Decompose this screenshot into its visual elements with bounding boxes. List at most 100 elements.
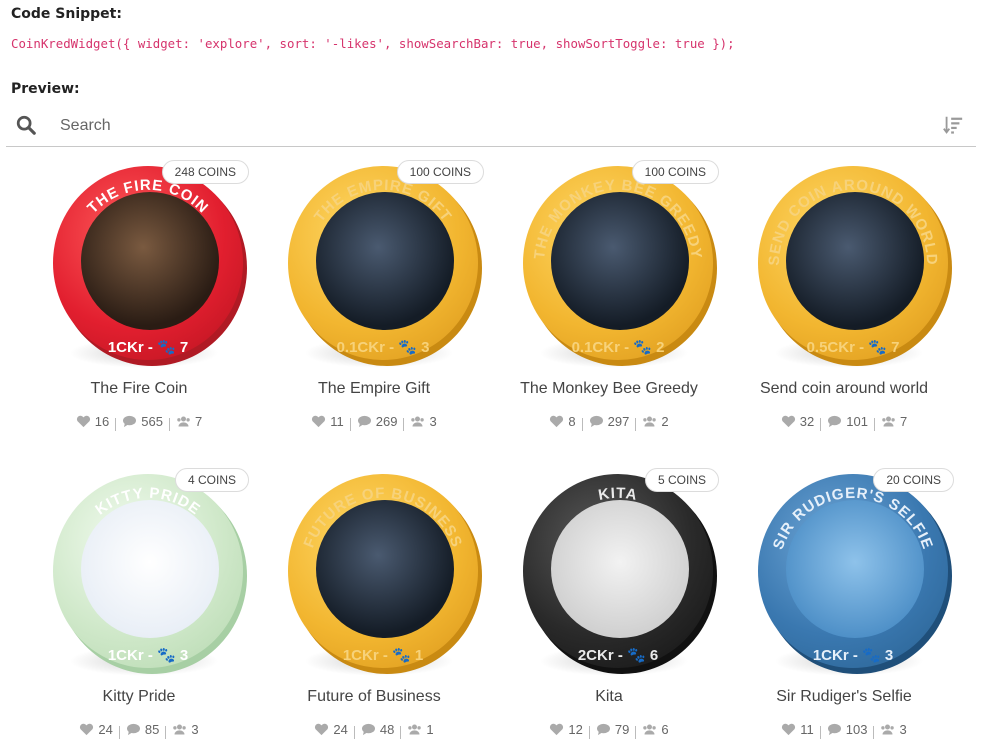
coin-stats: 24 48 1 — [264, 722, 484, 740]
coin-card[interactable]: SIR RUDIGER'S SELFIE 1CKr - 🐾 3 20 COINS Si… — [734, 466, 954, 756]
comments-count: 269 — [375, 414, 398, 429]
coin-image[interactable]: THE MONKEY BEE GREEDY 0.1CKr - 🐾 2 — [499, 158, 719, 378]
owners-count: 7 — [899, 414, 908, 429]
comments-stat[interactable]: 101 — [821, 414, 874, 429]
users-icon — [408, 724, 422, 735]
owners-count: 3 — [191, 722, 199, 737]
likes-stat[interactable]: 11 — [775, 722, 820, 737]
coin-title[interactable]: Kitty Pride — [29, 688, 249, 706]
coin-card[interactable]: THE EMPIRE GIFT 0.1CKr - 🐾 3 100 COINS The … — [264, 158, 484, 448]
owners-count: 7 — [194, 414, 203, 429]
comment-icon — [361, 723, 375, 736]
coin-image[interactable]: FUTURE OF BUSINESS 1CKr - 🐾 1 — [264, 466, 484, 686]
coin-card[interactable]: THE MONKEY BEE GREEDY 0.1CKr - 🐾 2 100 COI… — [499, 158, 719, 448]
coin-title[interactable]: Send coin around world — [734, 380, 954, 398]
comments-stat[interactable]: 85 — [120, 722, 165, 737]
svg-text:KITA: KITA — [597, 485, 639, 504]
coin-image[interactable]: SEND COIN AROUND WORLD 0.5CKr - 🐾 7 — [734, 158, 954, 378]
coin-card[interactable]: SEND COIN AROUND WORLD 0.5CKr - 🐾 7 Send c… — [734, 158, 954, 448]
coin-card[interactable]: KITA 2CKr - 🐾 6 5 COINS Kita 12 79 6 — [499, 466, 719, 756]
owners-stat[interactable]: 3 — [404, 414, 442, 429]
coin-title[interactable]: Sir Rudiger's Selfie — [734, 688, 954, 706]
comments-stat[interactable]: 48 — [355, 722, 400, 737]
coin-ring-label: THE MONKEY BEE GREEDY — [531, 177, 704, 260]
heart-icon — [782, 723, 796, 736]
users-icon — [643, 724, 657, 735]
coin-image[interactable]: SIR RUDIGER'S SELFIE 1CKr - 🐾 3 — [734, 466, 954, 686]
svg-text:SEND COIN AROUND WORLD: SEND COIN AROUND WORLD — [766, 177, 940, 266]
owners-stat[interactable]: 7 — [875, 414, 913, 429]
coin-image[interactable]: KITTY PRIDE 1CKr - 🐾 3 — [29, 466, 249, 686]
owners-count: 3 — [899, 722, 907, 737]
likes-count: 32 — [799, 414, 815, 429]
coin-denomination: 0.1CKr - 🐾 2 — [572, 339, 665, 356]
comments-count: 297 — [607, 414, 630, 429]
coin-card[interactable]: FUTURE OF BUSINESS 1CKr - 🐾 1 Future of Bu… — [264, 466, 484, 756]
heart-icon — [550, 723, 564, 736]
coin-grid: THE FIRE COIN 1CKr - 🐾 7 248 COINS The Fire… — [0, 0, 993, 753]
likes-count: 8 — [568, 414, 576, 429]
coin-ring-text: THE MONKEY BEE GREEDY 0.1CKr - 🐾 2 — [531, 177, 704, 356]
coin-ring-text: KITTY PRIDE1CKr - 🐾 3 — [92, 485, 202, 664]
likes-count: 11 — [800, 722, 814, 737]
coin-denomination: 1CKr - 🐾 3 — [108, 647, 188, 664]
coin-stats: 16 565 7 — [29, 414, 249, 432]
comments-stat[interactable]: 297 — [583, 414, 636, 429]
comments-stat[interactable]: 103 — [821, 722, 874, 737]
coin-denomination: 1CKr - 🐾 7 — [108, 339, 188, 356]
coin-denomination: 1CKr - 🐾 1 — [343, 647, 423, 664]
coin-card[interactable]: KITTY PRIDE 1CKr - 🐾 34 COINS Kitty Pride 2… — [29, 466, 249, 756]
svg-text:FUTURE OF BUSINESS: FUTURE OF BUSINESS — [301, 485, 466, 550]
comments-stat[interactable]: 269 — [351, 414, 404, 429]
coin-stats: 11 103 3 — [734, 722, 954, 740]
likes-stat[interactable]: 24 — [308, 722, 353, 737]
owners-stat[interactable]: 3 — [874, 722, 912, 737]
coin-title[interactable]: Future of Business — [264, 688, 484, 706]
likes-stat[interactable]: 24 — [73, 722, 118, 737]
users-icon — [177, 416, 190, 427]
owners-count: 6 — [661, 722, 669, 737]
owners-stat[interactable]: 3 — [166, 722, 204, 737]
likes-count: 12 — [568, 722, 583, 737]
comments-stat[interactable]: 79 — [590, 722, 635, 737]
likes-stat[interactable]: 12 — [543, 722, 588, 737]
comment-icon — [123, 415, 137, 428]
coin-image[interactable]: KITA 2CKr - 🐾 6 — [499, 466, 719, 686]
coin-title[interactable]: The Fire Coin — [29, 380, 249, 398]
coin-ring-label: FUTURE OF BUSINESS — [301, 485, 465, 550]
comment-icon — [596, 723, 610, 736]
comment-icon — [357, 415, 371, 428]
owners-stat[interactable]: 2 — [636, 414, 674, 429]
coin-denomination: 2CKr - 🐾 6 — [578, 647, 658, 664]
coin-title[interactable]: Kita — [499, 688, 719, 706]
owners-stat[interactable]: 7 — [170, 414, 208, 429]
owners-stat[interactable]: 6 — [636, 722, 674, 737]
likes-count: 16 — [94, 414, 110, 429]
users-icon — [173, 724, 187, 735]
coin-count-badge: 100 COINS — [396, 160, 484, 184]
likes-count: 11 — [330, 414, 344, 429]
coin-card[interactable]: THE FIRE COIN 1CKr - 🐾 7 248 COINS The Fire… — [29, 158, 249, 448]
owners-stat[interactable]: 1 — [401, 722, 439, 737]
coin-ring-text: SIR RUDIGER'S SELFIE 1CKr - 🐾 3 — [770, 485, 935, 664]
coin-title[interactable]: The Empire Gift — [264, 380, 484, 398]
coin-ring-text: THE FIRE COIN1CKr - 🐾 7 — [84, 177, 211, 356]
coin-title[interactable]: The Monkey Bee Greedy — [499, 380, 719, 398]
coin-ring-label: SIR RUDIGER'S SELFIE — [770, 485, 935, 552]
likes-stat[interactable]: 32 — [775, 414, 820, 429]
heart-icon — [550, 415, 564, 428]
coin-image[interactable]: THE EMPIRE GIFT 0.1CKr - 🐾 3 — [264, 158, 484, 378]
coin-denomination: 0.5CKr - 🐾 7 — [807, 339, 900, 356]
coin-image[interactable]: THE FIRE COIN 1CKr - 🐾 7 — [29, 158, 249, 378]
comment-icon — [828, 415, 842, 428]
coin-count-badge: 5 COINS — [644, 468, 719, 492]
coin-denomination: 0.1CKr - 🐾 3 — [337, 339, 430, 356]
comments-stat[interactable]: 565 — [116, 414, 169, 429]
comment-icon — [827, 723, 841, 736]
likes-stat[interactable]: 11 — [305, 414, 350, 429]
coin-count-badge: 20 COINS — [873, 468, 954, 492]
likes-stat[interactable]: 16 — [70, 414, 115, 429]
comments-count: 565 — [141, 414, 163, 429]
likes-stat[interactable]: 8 — [543, 414, 581, 429]
heart-icon — [315, 723, 329, 736]
